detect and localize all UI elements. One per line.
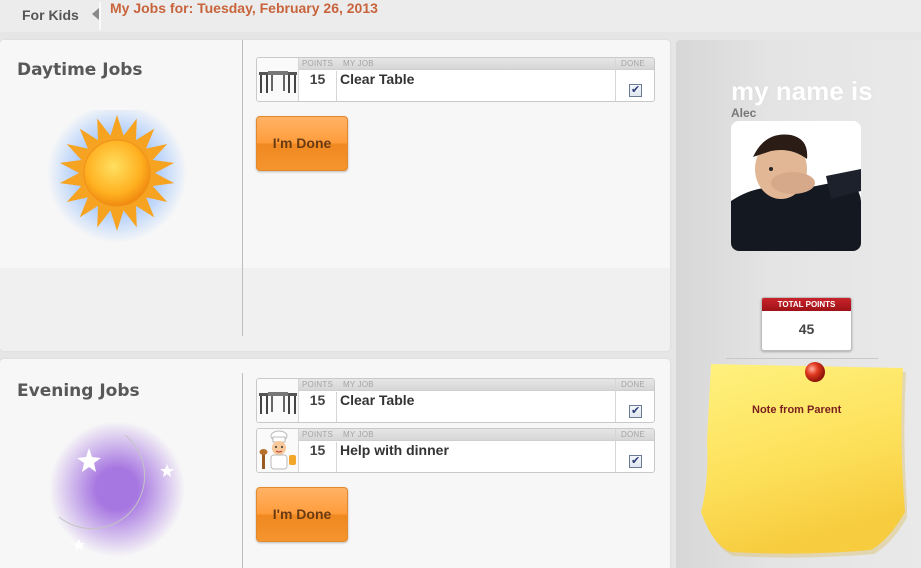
job-column-label: MY JOB — [343, 59, 374, 68]
page-title: My Jobs for: Tuesday, February 26, 2013 — [110, 0, 378, 16]
evening-jobs-title: Evening Jobs — [17, 381, 140, 401]
daytime-jobs-title: Daytime Jobs — [17, 60, 143, 80]
total-points-label: TOTAL POINTS — [762, 298, 851, 311]
table-chairs-icon — [257, 379, 299, 422]
top-bar: For Kids My Jobs for: Tuesday, February … — [0, 0, 921, 32]
im-done-button[interactable]: I'm Done — [256, 116, 348, 171]
chef-icon — [257, 429, 299, 472]
points-column-label: POINTS — [302, 59, 333, 68]
points-column-label: POINTS — [302, 380, 333, 389]
job-row-clear-table: POINTS MY JOB DONE 15 Clear Table — [256, 57, 655, 102]
job-row-help-with-dinner: POINTS MY JOB DONE 15 Help with dinner — [256, 428, 655, 473]
avatar — [731, 121, 861, 251]
job-points: 15 — [299, 392, 337, 422]
sidebar-divider — [726, 358, 878, 359]
done-checkbox[interactable] — [629, 404, 642, 418]
total-points-value: 45 — [798, 321, 815, 337]
panel-divider — [242, 373, 243, 568]
panel-divider — [242, 40, 243, 336]
sun-icon — [47, 110, 187, 243]
for-kids-link[interactable]: For Kids — [10, 0, 92, 30]
job-points: 15 — [299, 71, 337, 101]
breadcrumb-divider — [99, 2, 101, 30]
done-checkbox[interactable] — [629, 454, 642, 468]
pushpin-icon — [805, 362, 825, 382]
job-column-label: MY JOB — [343, 430, 374, 439]
job-row-clear-table: POINTS MY JOB DONE 15 Clear Table — [256, 378, 655, 423]
panel-footer-band — [0, 268, 670, 351]
note-from-parent-label: Note from Parent — [752, 404, 842, 416]
kid-name: Alec — [731, 106, 757, 120]
points-column-label: POINTS — [302, 430, 333, 439]
moon-stars-icon — [49, 421, 185, 557]
total-points-card: TOTAL POINTS 45 — [761, 297, 852, 351]
table-chairs-icon — [257, 58, 299, 101]
evening-jobs-panel: Evening Jobs POINTS MY JOB DONE 15 Clear… — [0, 359, 670, 568]
job-points: 15 — [299, 442, 337, 472]
breadcrumb-arrow-icon — [92, 8, 99, 20]
daytime-jobs-panel: Daytime Jobs POINTS MY JOB DONE 15 Clear… — [0, 40, 670, 351]
done-checkbox[interactable] — [629, 83, 642, 97]
sticky-note[interactable] — [693, 362, 907, 562]
im-done-button[interactable]: I'm Done — [256, 487, 348, 542]
job-name: Help with dinner — [340, 442, 449, 458]
job-column-label: MY JOB — [343, 380, 374, 389]
my-name-is-heading: my name is — [731, 76, 873, 106]
job-name: Clear Table — [340, 392, 415, 408]
job-name: Clear Table — [340, 71, 415, 87]
